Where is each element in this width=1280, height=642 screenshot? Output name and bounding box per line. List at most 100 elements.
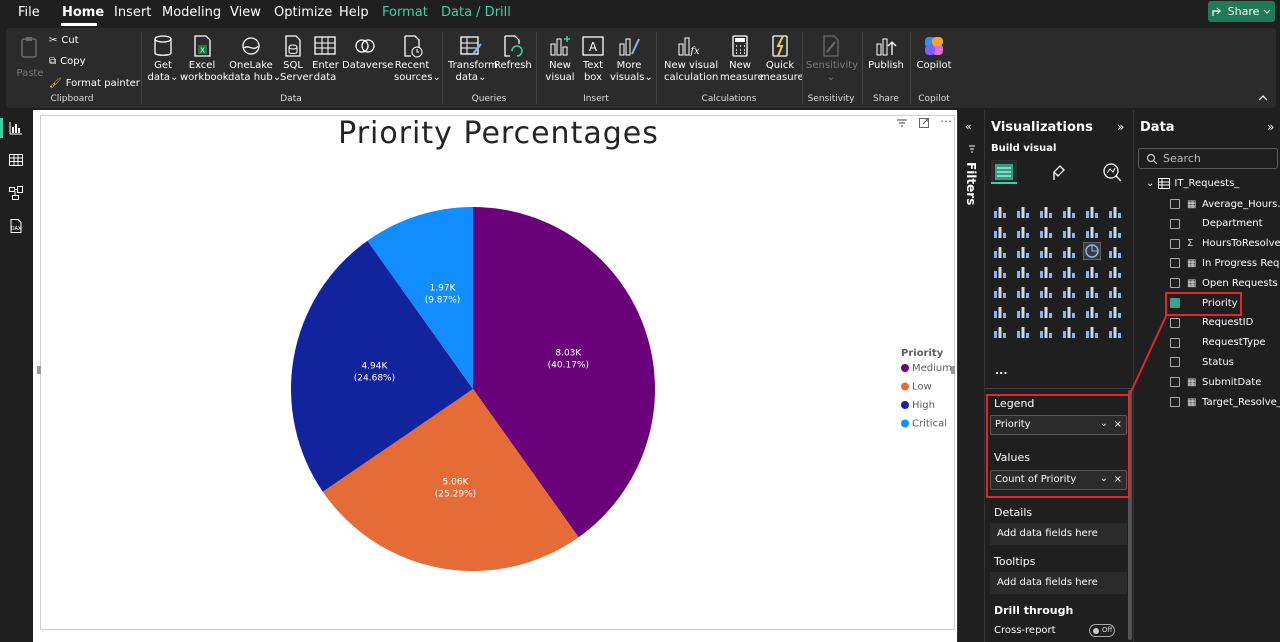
legend-item[interactable]: Critical	[912, 419, 947, 430]
waterfall-icon[interactable]	[1014, 242, 1032, 260]
menu-view[interactable]: View	[230, 5, 261, 20]
python-visual-icon[interactable]	[991, 302, 1009, 320]
shape-map-icon[interactable]	[1037, 322, 1055, 340]
dataverse-button[interactable]: Dataverse	[342, 34, 393, 72]
filters-label[interactable]: Filters	[964, 162, 978, 205]
field-in-progress-req[interactable]: ▦ In Progress Req...	[1170, 254, 1280, 272]
more-visuals-ellipsis[interactable]: ...	[995, 364, 1008, 377]
table-icon[interactable]	[1060, 282, 1078, 300]
azure-map-icon[interactable]	[1060, 262, 1078, 280]
menu-insert[interactable]: Insert	[114, 5, 151, 20]
resize-handle[interactable]	[951, 366, 955, 374]
excel-workbook-button[interactable]: X Excel workbook	[180, 34, 229, 84]
menu-home[interactable]: Home	[62, 5, 104, 20]
report-view-icon[interactable]	[8, 120, 24, 136]
cut-button[interactable]: ✂ Cut	[49, 35, 79, 46]
qa-icon[interactable]	[1060, 302, 1078, 320]
paste-button[interactable]: Paste	[16, 36, 44, 79]
power-automate-icon[interactable]	[1014, 322, 1032, 340]
resize-handle[interactable]	[37, 366, 41, 374]
line-clustered-icon[interactable]	[1106, 222, 1124, 240]
recent-sources-button[interactable]: Recent sources⌄	[394, 34, 441, 84]
sensitivity-button[interactable]: Sensitivity ⌄	[806, 34, 858, 84]
field-submitdate[interactable]: ▦ SubmitDate	[1170, 373, 1261, 391]
legend-marker[interactable]	[901, 364, 909, 372]
r-visual-icon[interactable]	[1106, 282, 1124, 300]
table-view-icon[interactable]	[8, 152, 24, 168]
line-icon[interactable]	[991, 222, 1009, 240]
dax-query-view-icon[interactable]: DAX	[8, 218, 24, 234]
share-button[interactable]: Share	[1208, 1, 1275, 22]
field-checkbox[interactable]	[1170, 218, 1180, 229]
legend-item[interactable]: High	[912, 400, 935, 411]
expand-chevron-icon[interactable]: »	[1117, 120, 1124, 134]
treemap-icon[interactable]	[991, 262, 1009, 280]
matrix-icon[interactable]	[1083, 282, 1101, 300]
field-checkbox[interactable]	[1170, 238, 1180, 249]
ribbon-icon[interactable]	[991, 242, 1009, 260]
map-icon[interactable]	[1014, 262, 1032, 280]
field-checkbox[interactable]	[1170, 199, 1180, 209]
power-bi-visual-icon[interactable]	[1106, 322, 1124, 340]
legend-marker[interactable]	[901, 419, 909, 428]
100-bar-icon[interactable]	[1083, 202, 1101, 220]
stacked-area-icon[interactable]	[1037, 222, 1055, 240]
100-area-icon[interactable]	[1060, 222, 1078, 240]
enter-data-button[interactable]: Enter data	[312, 34, 339, 84]
field-hourstoresolve[interactable]: Σ HoursToResolve	[1170, 235, 1280, 253]
details-drop-zone[interactable]: Add data fields here	[990, 523, 1127, 545]
menu-modeling[interactable]: Modeling	[162, 5, 221, 20]
new-visual-calculation-button[interactable]: fx New visual calculation	[664, 34, 718, 84]
field-requestid[interactable]: RequestID	[1170, 314, 1253, 332]
field-checkbox[interactable]	[1170, 317, 1180, 328]
field-requesttype[interactable]: RequestType	[1170, 334, 1266, 352]
menu-optimize[interactable]: Optimize	[274, 5, 332, 20]
clustered-bar-icon[interactable]	[1037, 202, 1055, 220]
table-node[interactable]: ⌄ IT_Requests_	[1146, 178, 1239, 189]
get-more-icon[interactable]	[1083, 322, 1101, 340]
model-view-icon[interactable]	[8, 185, 24, 201]
filled-map-icon[interactable]	[1037, 262, 1055, 280]
menu-file[interactable]: File	[18, 5, 40, 20]
get-data-button[interactable]: Get data⌄	[146, 34, 180, 84]
new-visual-button[interactable]: New visual	[544, 34, 576, 84]
analytics-icon[interactable]	[1101, 162, 1123, 182]
field-average-hours[interactable]: ▦ Average_Hours...	[1170, 195, 1280, 213]
kpi-icon[interactable]	[1014, 282, 1032, 300]
legend-marker[interactable]	[901, 401, 909, 409]
field-checkbox[interactable]	[1170, 397, 1180, 407]
refresh-button[interactable]: Refresh	[494, 34, 532, 72]
stacked-column-icon[interactable]	[1014, 202, 1032, 220]
more-visuals-button[interactable]: More visuals⌄	[610, 34, 653, 84]
field-checkbox[interactable]	[1170, 337, 1180, 348]
donut-icon[interactable]	[1106, 242, 1124, 260]
gauge-icon[interactable]	[1083, 262, 1101, 280]
slicer-icon[interactable]	[1037, 282, 1055, 300]
pie-icon[interactable]	[1082, 241, 1102, 261]
100-column-icon[interactable]	[1106, 202, 1124, 220]
multirow-card-icon[interactable]	[991, 282, 1009, 300]
pie-chart-visual[interactable]: Priority Percentages ⋯ 8.03K (40.17%) 5.06…	[37, 114, 955, 630]
cross-report-toggle[interactable]: Off	[1089, 624, 1115, 637]
decomposition-tree-icon[interactable]	[1037, 302, 1055, 320]
new-measure-button[interactable]: New measure	[720, 34, 764, 84]
tooltips-drop-zone[interactable]: Add data fields here	[990, 572, 1127, 594]
card-icon[interactable]	[1106, 262, 1124, 280]
onelake-data-hub-button[interactable]: OneLake data hub⌄	[228, 34, 281, 84]
field-checkbox[interactable]	[1170, 377, 1180, 388]
clustered-column-icon[interactable]	[1060, 202, 1078, 220]
quick-measure-button[interactable]: Quick measure	[760, 34, 804, 84]
transform-data-button[interactable]: Transform data⌄	[448, 34, 498, 84]
menu-format[interactable]: Format	[382, 5, 428, 20]
sql-server-button[interactable]: SQL Server	[280, 34, 313, 84]
power-apps-icon[interactable]	[991, 322, 1009, 340]
arcgis-icon[interactable]	[1060, 322, 1078, 340]
scatter-icon[interactable]	[1060, 242, 1078, 260]
field-open-requests[interactable]: ▦ Open Requests	[1170, 274, 1278, 292]
field-department[interactable]: Department	[1170, 215, 1263, 233]
copy-button[interactable]: ⧉ Copy	[49, 56, 86, 67]
legend-item[interactable]: Low	[912, 382, 932, 393]
legend-item[interactable]: Medium	[912, 363, 952, 374]
format-visual-icon[interactable]	[1048, 162, 1070, 182]
search-input[interactable]: Search	[1138, 148, 1278, 169]
